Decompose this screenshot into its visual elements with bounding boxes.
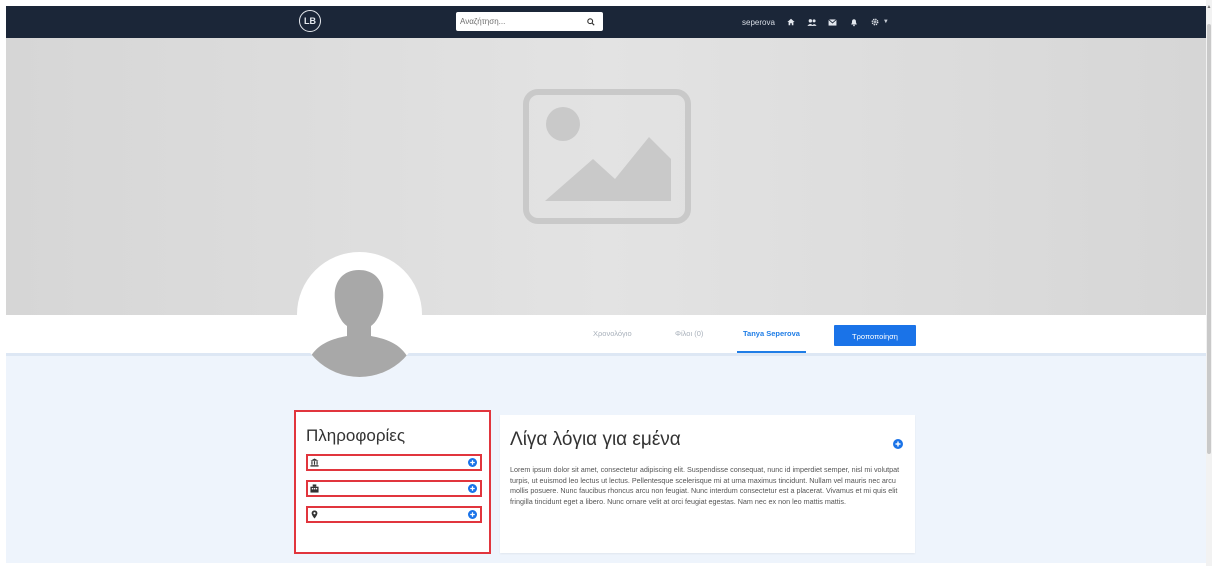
settings-icon[interactable]	[870, 17, 880, 27]
about-title: Λίγα λόγια για εμένα	[510, 429, 681, 450]
image-placeholder-icon	[523, 89, 691, 224]
add-work-icon[interactable]	[468, 484, 477, 493]
tab-friends[interactable]: Φίλοι (0)	[675, 315, 703, 353]
profile-page: LB seperova	[6, 6, 1206, 563]
logo[interactable]: LB	[299, 10, 321, 32]
cover-photo[interactable]	[6, 38, 1206, 315]
workplace-icon	[310, 484, 319, 493]
add-education-icon[interactable]	[468, 458, 477, 467]
avatar[interactable]	[297, 252, 422, 377]
edit-profile-button[interactable]: Τροποποίηση	[834, 325, 916, 346]
info-row-education[interactable]	[306, 454, 482, 471]
institution-icon	[310, 458, 319, 467]
profile-tab-bar: Χρονολόγιο Φίλοι (0) Tanya Seperova Τροπ…	[6, 315, 1206, 356]
search-input[interactable]	[458, 14, 572, 28]
home-icon[interactable]	[786, 17, 796, 27]
search-box	[456, 12, 603, 31]
scroll-up-icon[interactable]: ▲	[1206, 4, 1212, 10]
add-location-icon[interactable]	[468, 510, 477, 519]
add-about-icon[interactable]	[893, 439, 903, 449]
location-icon	[311, 510, 318, 519]
nav-username[interactable]: seperova	[742, 18, 775, 27]
notifications-icon[interactable]	[849, 17, 859, 27]
about-text: Lorem ipsum dolor sit amet, consectetur …	[510, 465, 900, 507]
search-button[interactable]	[581, 14, 601, 29]
settings-caret-icon[interactable]: ▼	[883, 19, 889, 25]
info-title: Πληροφορίες	[306, 426, 406, 445]
info-row-location[interactable]	[306, 506, 482, 523]
friends-icon[interactable]	[807, 17, 817, 27]
nav-right: seperova ▼	[742, 6, 889, 38]
about-panel: Λίγα λόγια για εμένα Lorem ipsum dolor s…	[500, 415, 915, 553]
messages-icon[interactable]	[828, 17, 838, 27]
info-row-work[interactable]	[306, 480, 482, 497]
tab-profile-name[interactable]: Tanya Seperova	[737, 315, 806, 353]
tab-timeline[interactable]: Χρονολόγιο	[593, 315, 632, 353]
info-panel: Πληροφορίες	[294, 410, 491, 554]
top-navbar: LB seperova	[6, 6, 1206, 38]
scrollbar-thumb[interactable]	[1207, 24, 1211, 454]
default-avatar-icon	[303, 270, 415, 377]
page-scrollbar[interactable]: ▲	[1206, 0, 1212, 566]
search-icon	[587, 17, 595, 26]
